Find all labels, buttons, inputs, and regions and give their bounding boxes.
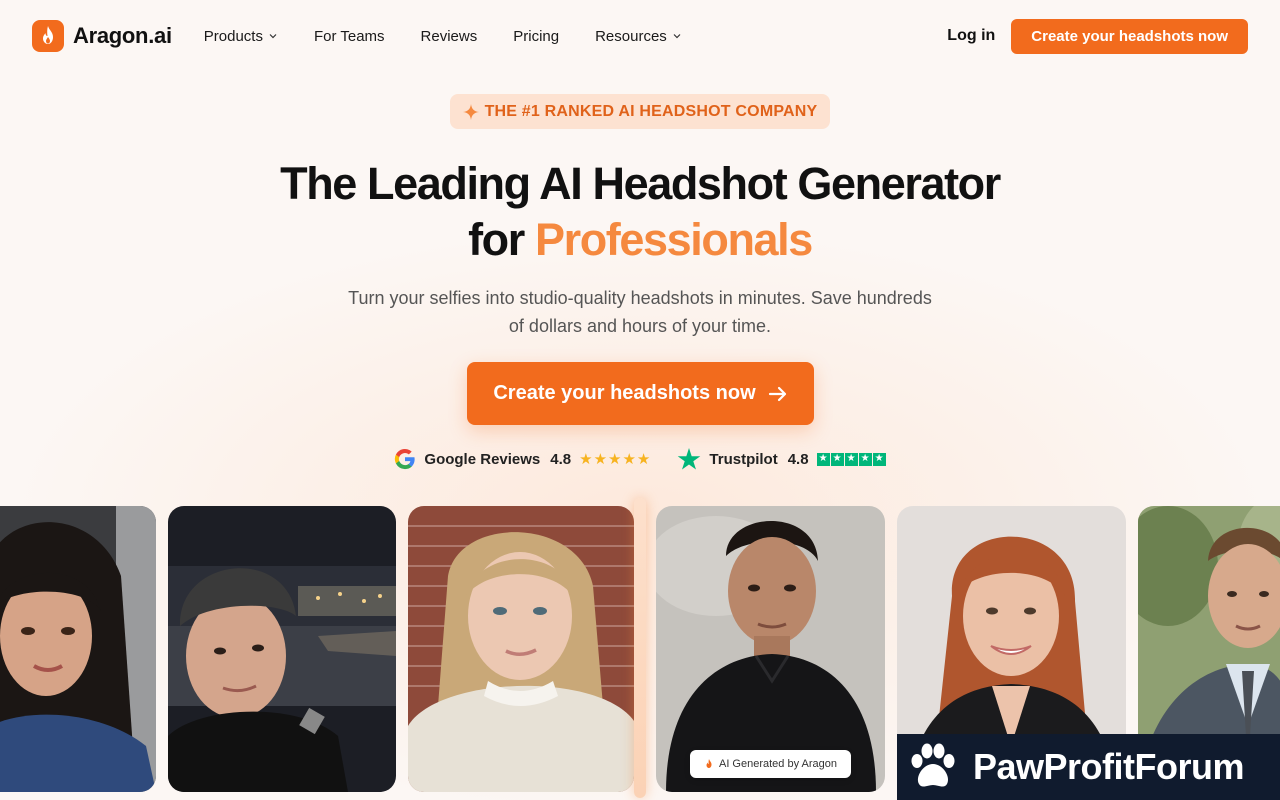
nav-create-headshots-button[interactable]: Create your headshots now <box>1011 18 1248 54</box>
nav-item-label: Products <box>203 27 263 45</box>
google-rating-score: 4.8 <box>550 450 572 468</box>
hero-cta-label: Create your headshots now <box>493 382 756 404</box>
arrow-right-icon <box>768 386 786 401</box>
nav-item-reviews[interactable]: Reviews <box>421 28 478 45</box>
flame-logo-icon <box>32 20 64 52</box>
trustpilot-rating[interactable]: Trustpilot 4.8 ★ ★ ★ ★ ★ <box>677 448 886 470</box>
google-icon <box>395 448 416 470</box>
headline-line-1: The Leading AI Headshot Generator <box>280 158 1001 209</box>
login-link[interactable]: Log in <box>947 27 995 45</box>
google-stars-icon: ★★★★★ <box>579 451 652 468</box>
google-rating[interactable]: Google Reviews 4.8 ★★★★★ <box>394 448 651 470</box>
sparkle-icon <box>462 103 479 120</box>
flame-icon <box>706 759 712 768</box>
headline-for: for <box>468 214 525 265</box>
hero-create-headshots-button[interactable]: Create your headshots now <box>467 362 814 425</box>
nav-item-label: For Teams <box>313 27 385 45</box>
before-after-divider[interactable] <box>634 498 646 798</box>
photo-selfie-woman-sweater <box>408 506 634 792</box>
nav-item-label: Pricing <box>513 27 560 45</box>
trustpilot-icon <box>678 448 701 470</box>
trustpilot-rating-source: Trustpilot <box>709 450 778 468</box>
nav-links: Products For Teams Reviews Pricing Resou… <box>204 28 682 45</box>
ai-generated-badge-text: AI Generated by Aragon <box>718 758 838 770</box>
ranking-badge: THE #1 RANKED AI HEADSHOT COMPANY <box>450 94 830 129</box>
photo-selfie-man-beanie <box>168 506 396 792</box>
nav-item-label: Reviews <box>420 27 478 45</box>
watermark: PawProfitForum <box>897 734 1280 800</box>
trustpilot-stars-icon: ★ ★ ★ ★ ★ <box>816 452 886 466</box>
brand-logo[interactable]: Aragon.ai <box>32 20 172 52</box>
nav-item-products[interactable]: Products <box>204 28 278 45</box>
trustpilot-rating-score: 4.8 <box>787 450 809 468</box>
chevron-down-icon <box>673 34 681 39</box>
paw-icon <box>911 743 955 787</box>
hero-subtext: Turn your selfies into studio-quality he… <box>348 288 932 336</box>
nav-item-for-teams[interactable]: For Teams <box>314 28 385 45</box>
chevron-down-icon <box>269 34 277 39</box>
watermark-text: PawProfitForum <box>973 746 1245 787</box>
hero-headline: The Leading AI Headshot Generator for Pr… <box>0 156 1280 268</box>
nav-actions: Log in Create your headshots now <box>947 18 1248 54</box>
headline-accent: Professionals <box>534 214 813 265</box>
ranking-badge-text: THE #1 RANKED AI HEADSHOT COMPANY <box>484 102 818 120</box>
brand-name: Aragon.ai <box>73 23 172 48</box>
nav-item-resources[interactable]: Resources <box>595 28 682 45</box>
google-rating-source: Google Reviews <box>424 450 541 468</box>
top-nav: Aragon.ai Products For Teams Reviews Pri… <box>0 0 1280 72</box>
nav-item-label: Resources <box>595 27 667 45</box>
ratings-row: Google Reviews 4.8 ★★★★★ Trustpilot 4.8 … <box>0 448 1280 470</box>
photo-selfie-woman-dark-hair <box>0 506 156 792</box>
nav-item-pricing[interactable]: Pricing <box>513 28 559 45</box>
ai-generated-badge: AI Generated by Aragon <box>690 750 851 778</box>
